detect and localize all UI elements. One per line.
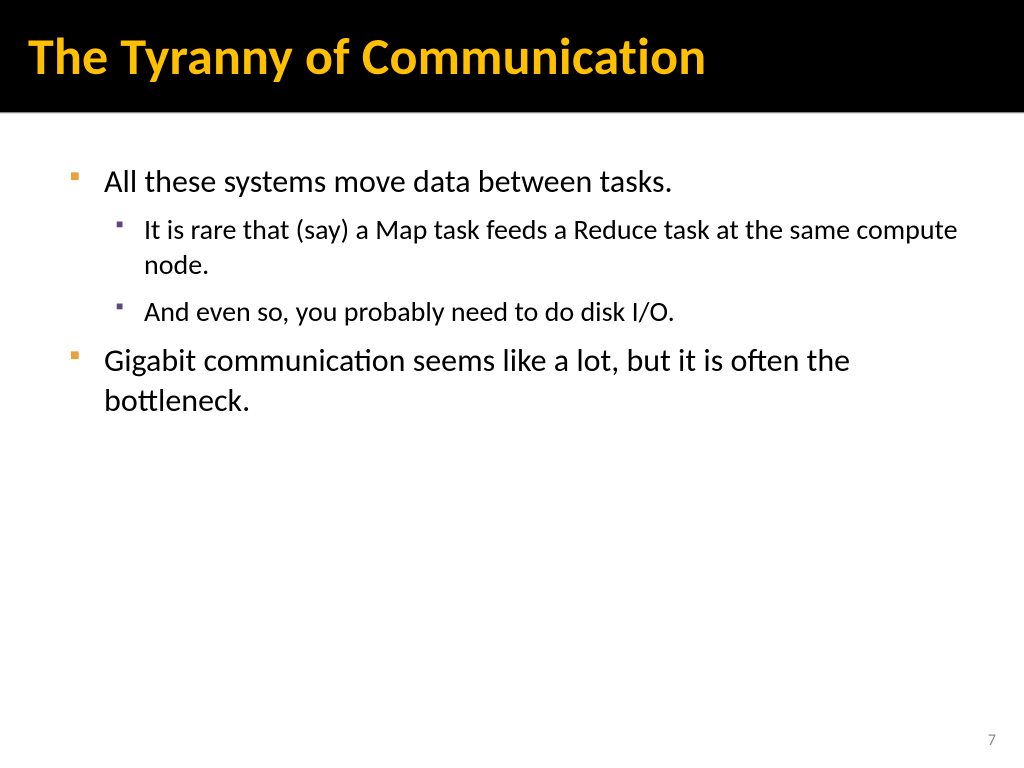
slide-content: All these systems move data between task… (0, 114, 1024, 421)
slide-title: The Tyranny of Communication (28, 24, 706, 88)
bullet-level2: And even so, you probably need to do dis… (64, 294, 976, 329)
bullet-list: All these systems move data between task… (64, 162, 976, 421)
page-number: 7 (988, 731, 996, 750)
title-bar: The Tyranny of Communication (0, 0, 1024, 112)
slide: The Tyranny of Communication All these s… (0, 0, 1024, 768)
bullet-level1: Gigabit communication seems like a lot, … (64, 341, 976, 421)
bullet-level2: It is rare that (say) a Map task feeds a… (64, 212, 976, 282)
bullet-level1: All these systems move data between task… (64, 162, 976, 202)
